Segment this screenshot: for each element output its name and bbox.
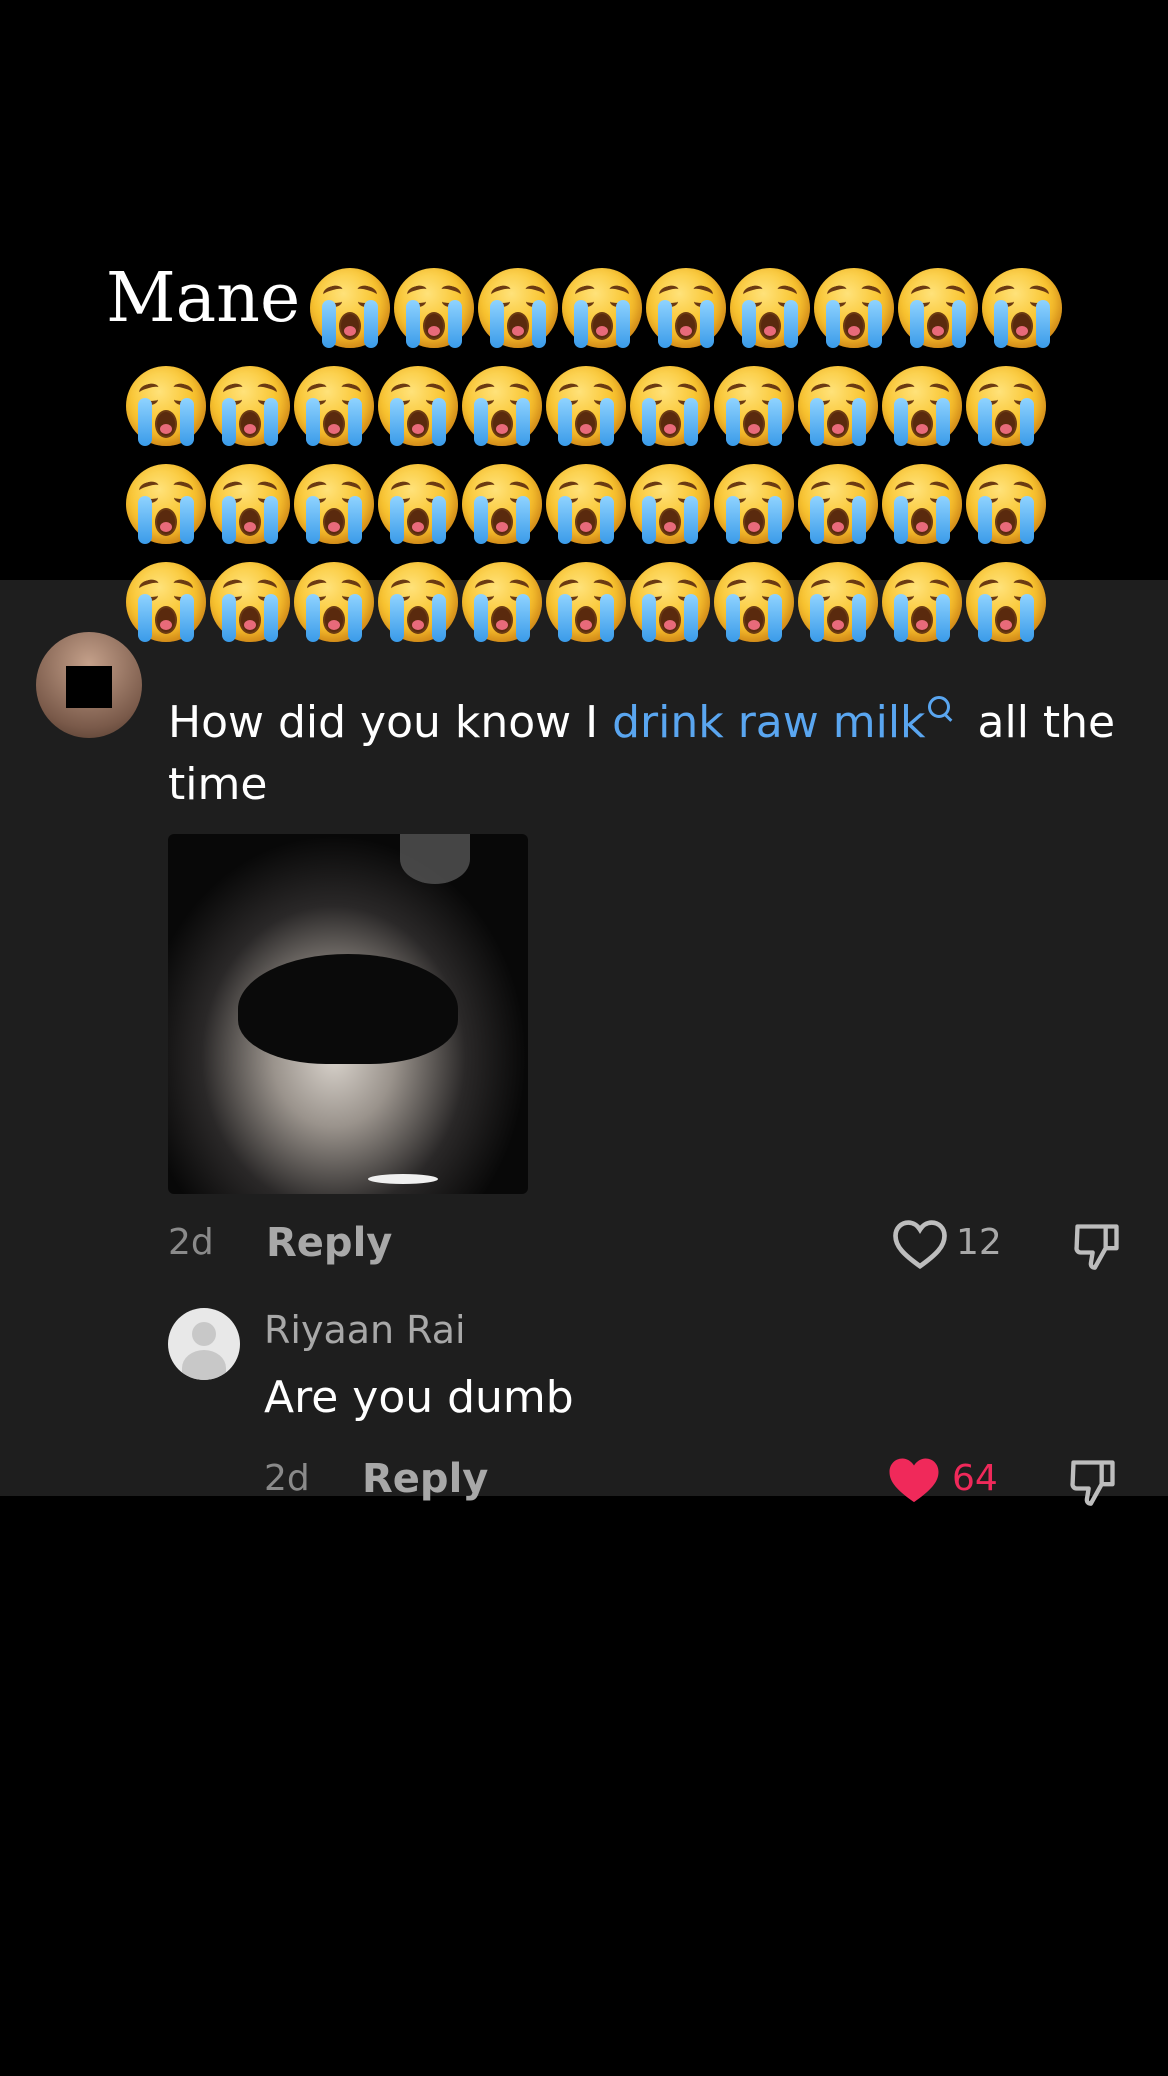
image-light	[368, 1174, 438, 1184]
comment-text-before: How did you know I	[168, 697, 613, 748]
search-icon[interactable]	[926, 696, 956, 726]
loudly-crying-face-icon	[966, 366, 1046, 446]
loudly-crying-face-icon	[462, 562, 542, 642]
loudly-crying-face-icon	[126, 562, 206, 642]
dislike-icon[interactable]	[1070, 1220, 1124, 1272]
loudly-crying-face-icon	[730, 268, 810, 348]
loudly-crying-face-icon	[882, 562, 962, 642]
loudly-crying-face-icon	[546, 562, 626, 642]
caption-line-2	[0, 338, 1168, 446]
loudly-crying-face-icon	[210, 366, 290, 446]
loudly-crying-face-icon	[714, 562, 794, 642]
loudly-crying-face-icon	[126, 366, 206, 446]
reply-text: Are you dumb	[264, 1372, 574, 1423]
loudly-crying-face-icon	[630, 366, 710, 446]
loudly-crying-face-icon	[966, 464, 1046, 544]
reply-username[interactable]: Riyaan Rai	[264, 1308, 466, 1352]
loudly-crying-face-icon	[294, 464, 374, 544]
heart-icon[interactable]	[892, 1218, 948, 1270]
loudly-crying-face-icon	[210, 562, 290, 642]
commenter-avatar[interactable]	[36, 632, 142, 738]
loudly-crying-face-icon	[630, 562, 710, 642]
search-link[interactable]: drink raw milk	[612, 697, 925, 748]
loudly-crying-face-icon	[982, 268, 1062, 348]
comment-image[interactable]	[168, 834, 528, 1194]
loudly-crying-face-icon	[646, 268, 726, 348]
reply-avatar[interactable]	[168, 1308, 240, 1380]
loudly-crying-face-icon	[310, 268, 390, 348]
image-lamp	[400, 834, 470, 884]
loudly-crying-face-icon	[294, 562, 374, 642]
loudly-crying-face-icon	[462, 366, 542, 446]
reply-button[interactable]: Reply	[266, 1220, 392, 1266]
loudly-crying-face-icon	[294, 366, 374, 446]
loudly-crying-face-icon	[394, 268, 474, 348]
loudly-crying-face-icon	[798, 562, 878, 642]
loudly-crying-face-icon	[714, 366, 794, 446]
loudly-crying-face-icon	[378, 366, 458, 446]
loudly-crying-face-icon	[546, 366, 626, 446]
reply-dislike-icon[interactable]	[1066, 1456, 1120, 1508]
loudly-crying-face-icon	[898, 268, 978, 348]
loudly-crying-face-icon	[562, 268, 642, 348]
heart-filled-icon[interactable]	[886, 1454, 942, 1506]
loudly-crying-face-icon	[462, 464, 542, 544]
comment-text: How did you know I drink raw milk all th…	[168, 692, 1128, 816]
caption-line-3	[0, 436, 1168, 544]
loudly-crying-face-icon	[546, 464, 626, 544]
caption-line-1: Mane	[0, 240, 1168, 348]
loudly-crying-face-icon	[378, 562, 458, 642]
loudly-crying-face-icon	[882, 366, 962, 446]
loudly-crying-face-icon	[478, 268, 558, 348]
loudly-crying-face-icon	[798, 366, 878, 446]
caption-line-4	[0, 534, 1168, 642]
censor-box	[66, 666, 112, 708]
default-avatar-head	[192, 1322, 216, 1346]
loudly-crying-face-icon	[630, 464, 710, 544]
loudly-crying-face-icon	[882, 464, 962, 544]
loudly-crying-face-icon	[798, 464, 878, 544]
reply-time: 2d	[264, 1458, 310, 1499]
loudly-crying-face-icon	[714, 464, 794, 544]
comment-time: 2d	[168, 1222, 214, 1263]
default-avatar-body	[182, 1350, 226, 1380]
reply-reply-button[interactable]: Reply	[362, 1456, 488, 1502]
loudly-crying-face-icon	[814, 268, 894, 348]
loudly-crying-face-icon	[126, 464, 206, 544]
reply-like-count: 64	[952, 1458, 998, 1499]
loudly-crying-face-icon	[378, 464, 458, 544]
loudly-crying-face-icon	[966, 562, 1046, 642]
image-hair	[238, 954, 458, 1064]
caption-word: Mane	[106, 259, 301, 338]
like-count: 12	[956, 1222, 1002, 1263]
loudly-crying-face-icon	[210, 464, 290, 544]
